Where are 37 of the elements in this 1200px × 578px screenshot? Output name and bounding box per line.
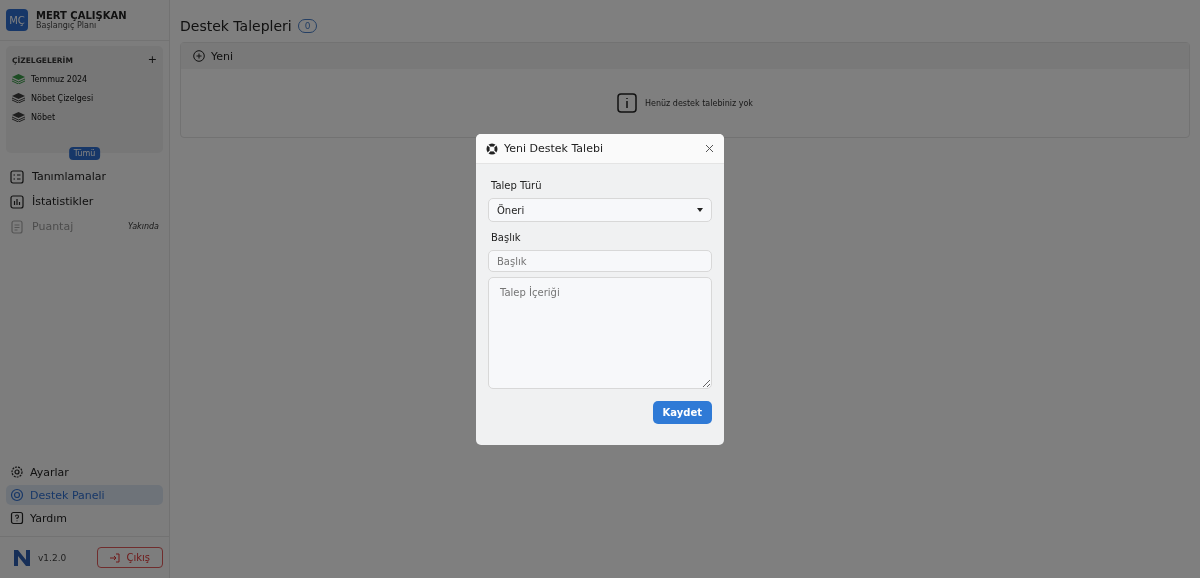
info-icon xyxy=(617,93,637,113)
settings-icon xyxy=(10,465,24,479)
empty-message: Henüz destek talebiniz yok xyxy=(645,98,753,108)
title-input[interactable]: Başlık xyxy=(488,250,712,272)
plus-circle-icon xyxy=(193,50,205,62)
menu-item[interactable]: Yardım xyxy=(6,508,163,528)
chart-list-item[interactable]: Temmuz 2024 xyxy=(12,74,157,84)
bar-chart-icon xyxy=(10,194,24,209)
field-label: Başlık xyxy=(491,232,522,243)
caret-icon xyxy=(697,208,703,212)
chart-list-item[interactable]: Nöbet Çizelgesi xyxy=(12,93,157,103)
logout-icon xyxy=(110,552,121,563)
modal-title: Yeni Destek Talebi xyxy=(504,142,603,155)
chart-list-item[interactable]: Nöbet xyxy=(12,112,157,122)
field-label: Talep Türü xyxy=(491,180,543,191)
menu-item[interactable]: Tanımlamalar xyxy=(10,167,159,186)
menu-item[interactable]: Ayarlar xyxy=(6,462,163,482)
menu-item[interactable]: İstatistikler xyxy=(10,192,159,211)
user-plan: Başlangıç Planı xyxy=(36,21,97,30)
user-name: MERT ÇALIŞKAN xyxy=(36,10,127,21)
lifebuoy-icon xyxy=(486,142,498,155)
content-textarea[interactable]: Talep İçeriği xyxy=(488,277,712,389)
help-icon xyxy=(10,511,24,525)
document-icon xyxy=(10,219,24,234)
version-label: v1.2.0 xyxy=(38,552,67,563)
close-button[interactable] xyxy=(705,144,714,153)
add-button[interactable]: + xyxy=(147,55,157,65)
type-select[interactable]: Öneri xyxy=(488,198,712,222)
save-button[interactable]: Kaydet xyxy=(652,401,712,424)
new-button[interactable]: Yeni xyxy=(193,49,234,63)
list-icon xyxy=(10,169,24,184)
logout-button[interactable]: Çıkış xyxy=(97,547,163,568)
user-avatar: MÇ xyxy=(6,9,28,31)
all-button[interactable]: Tümü xyxy=(68,147,101,160)
menu-item[interactable]: Destek Paneli xyxy=(6,485,163,505)
logo-icon xyxy=(12,547,32,568)
page-title: Destek Talepleri xyxy=(180,18,292,34)
